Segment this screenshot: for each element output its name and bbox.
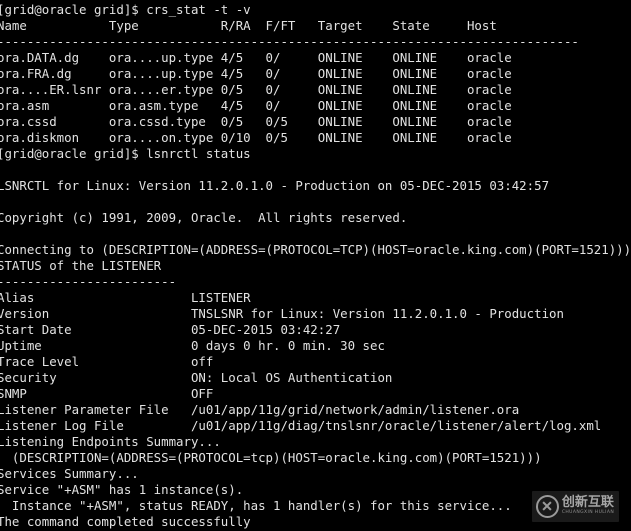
terminal-line: STATUS of the LISTENER	[0, 258, 162, 273]
terminal-line: ------------------------	[0, 274, 177, 289]
terminal-line: Connecting to (DESCRIPTION=(ADDRESS=(PRO…	[0, 242, 631, 257]
terminal-line: Services Summary...	[0, 466, 139, 481]
terminal-line: SNMP OFF	[0, 386, 214, 401]
terminal-line: Copyright (c) 1991, 2009, Oracle. All ri…	[0, 210, 408, 225]
terminal-output[interactable]: [grid@oracle grid]$ crs_stat -t -v Name T…	[0, 0, 631, 531]
terminal-line: Start Date 05-DEC-2015 03:42:27	[0, 322, 341, 337]
terminal-line: Instance "+ASM", status READY, has 1 han…	[0, 498, 512, 513]
terminal-line: Listening Endpoints Summary...	[0, 434, 221, 449]
terminal-line: ora.diskmon ora....on.type 0/10 0/5 ONLI…	[0, 130, 512, 145]
terminal-line: ora.DATA.dg ora....up.type 4/5 0/ ONLINE…	[0, 50, 512, 65]
terminal-line: Version TNSLSNR for Linux: Version 11.2.…	[0, 306, 564, 321]
terminal-line: LSNRCTL for Linux: Version 11.2.0.1.0 - …	[0, 178, 550, 193]
terminal-line: Alias LISTENER	[0, 290, 251, 305]
terminal-line: ora.cssd ora.cssd.type 0/5 0/5 ONLINE ON…	[0, 114, 512, 129]
terminal-line: [grid@oracle grid]$ lsnrctl status	[0, 146, 251, 161]
terminal-line: The command completed successfully	[0, 514, 251, 529]
terminal-line: (DESCRIPTION=(ADDRESS=(PROTOCOL=tcp)(HOS…	[0, 450, 542, 465]
terminal-line: Service "+ASM" has 1 instance(s).	[0, 482, 244, 497]
terminal-line: Listener Parameter File /u01/app/11g/gri…	[0, 402, 520, 417]
terminal-line: ora.asm ora.asm.type 4/5 0/ ONLINE ONLIN…	[0, 98, 512, 113]
terminal-line: Trace Level off	[0, 354, 214, 369]
terminal-line: Uptime 0 days 0 hr. 0 min. 30 sec	[0, 338, 385, 353]
terminal-line: Listener Log File /u01/app/11g/diag/tnsl…	[0, 418, 602, 433]
terminal-line: Name Type R/RA F/FT Target State Host	[0, 18, 497, 33]
terminal-line: ora....ER.lsnr ora....er.type 0/5 0/ ONL…	[0, 82, 512, 97]
terminal-line: ora.FRA.dg ora....up.type 4/5 0/ ONLINE …	[0, 66, 512, 81]
terminal-line: [grid@oracle grid]$ crs_stat -t -v	[0, 2, 251, 17]
terminal-line: ----------------------------------------…	[0, 34, 579, 49]
terminal-line: Security ON: Local OS Authentication	[0, 370, 393, 385]
